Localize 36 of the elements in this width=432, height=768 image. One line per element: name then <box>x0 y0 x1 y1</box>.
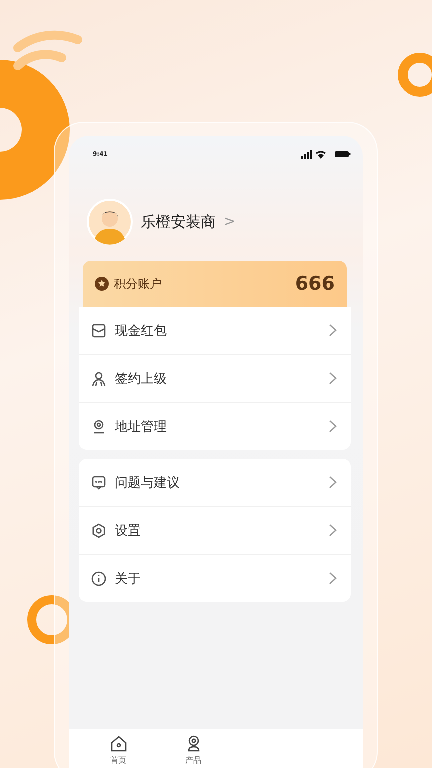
avatar-drawing <box>87 199 133 245</box>
menu-item-label: 地址管理 <box>115 418 168 436</box>
chevron-icon <box>329 372 337 385</box>
menu-item-label: 设置 <box>115 522 142 540</box>
menu-item-label: 现金红包 <box>115 322 168 340</box>
points-value: 666 <box>295 273 335 295</box>
envelope-icon <box>91 322 107 338</box>
points-label: 积分账户 <box>114 276 162 292</box>
arc-decoration <box>14 30 82 52</box>
profile-name: 乐橙安装商 <box>141 212 216 232</box>
chevron-icon <box>329 420 337 433</box>
menu-item-label: 关于 <box>115 570 142 588</box>
menu-item-label: 签约上级 <box>115 370 168 388</box>
chevron-icon <box>329 572 337 585</box>
tab-bar-item[interactable]: 首页 <box>81 729 156 768</box>
menu-item[interactable]: 现金红包 <box>79 307 351 355</box>
person-icon <box>91 370 107 386</box>
chevron-icon <box>329 476 337 489</box>
menu-item[interactable]: 关于 <box>79 555 351 602</box>
points-card[interactable]: 积分账户 666 <box>83 261 347 307</box>
chevron-icon <box>329 524 337 537</box>
settings-icon <box>91 522 107 538</box>
ring-decoration <box>398 53 432 97</box>
info-icon <box>91 570 107 586</box>
menu-item[interactable]: 地址管理 <box>79 403 351 450</box>
tab-bar-item[interactable]: 产品 <box>156 729 231 768</box>
arc-decoration <box>14 50 66 70</box>
status-icons-drawing <box>301 150 351 158</box>
menu-item[interactable]: 问题与建议 <box>79 459 351 507</box>
chevron-icon <box>329 324 337 337</box>
home-icon <box>110 735 128 753</box>
menu-item[interactable]: 签约上级 <box>79 355 351 403</box>
menu-item[interactable]: 设置 <box>79 507 351 555</box>
menu-item-label: 问题与建议 <box>115 474 181 492</box>
chat-icon <box>91 474 107 490</box>
location-pin-icon <box>91 418 107 434</box>
